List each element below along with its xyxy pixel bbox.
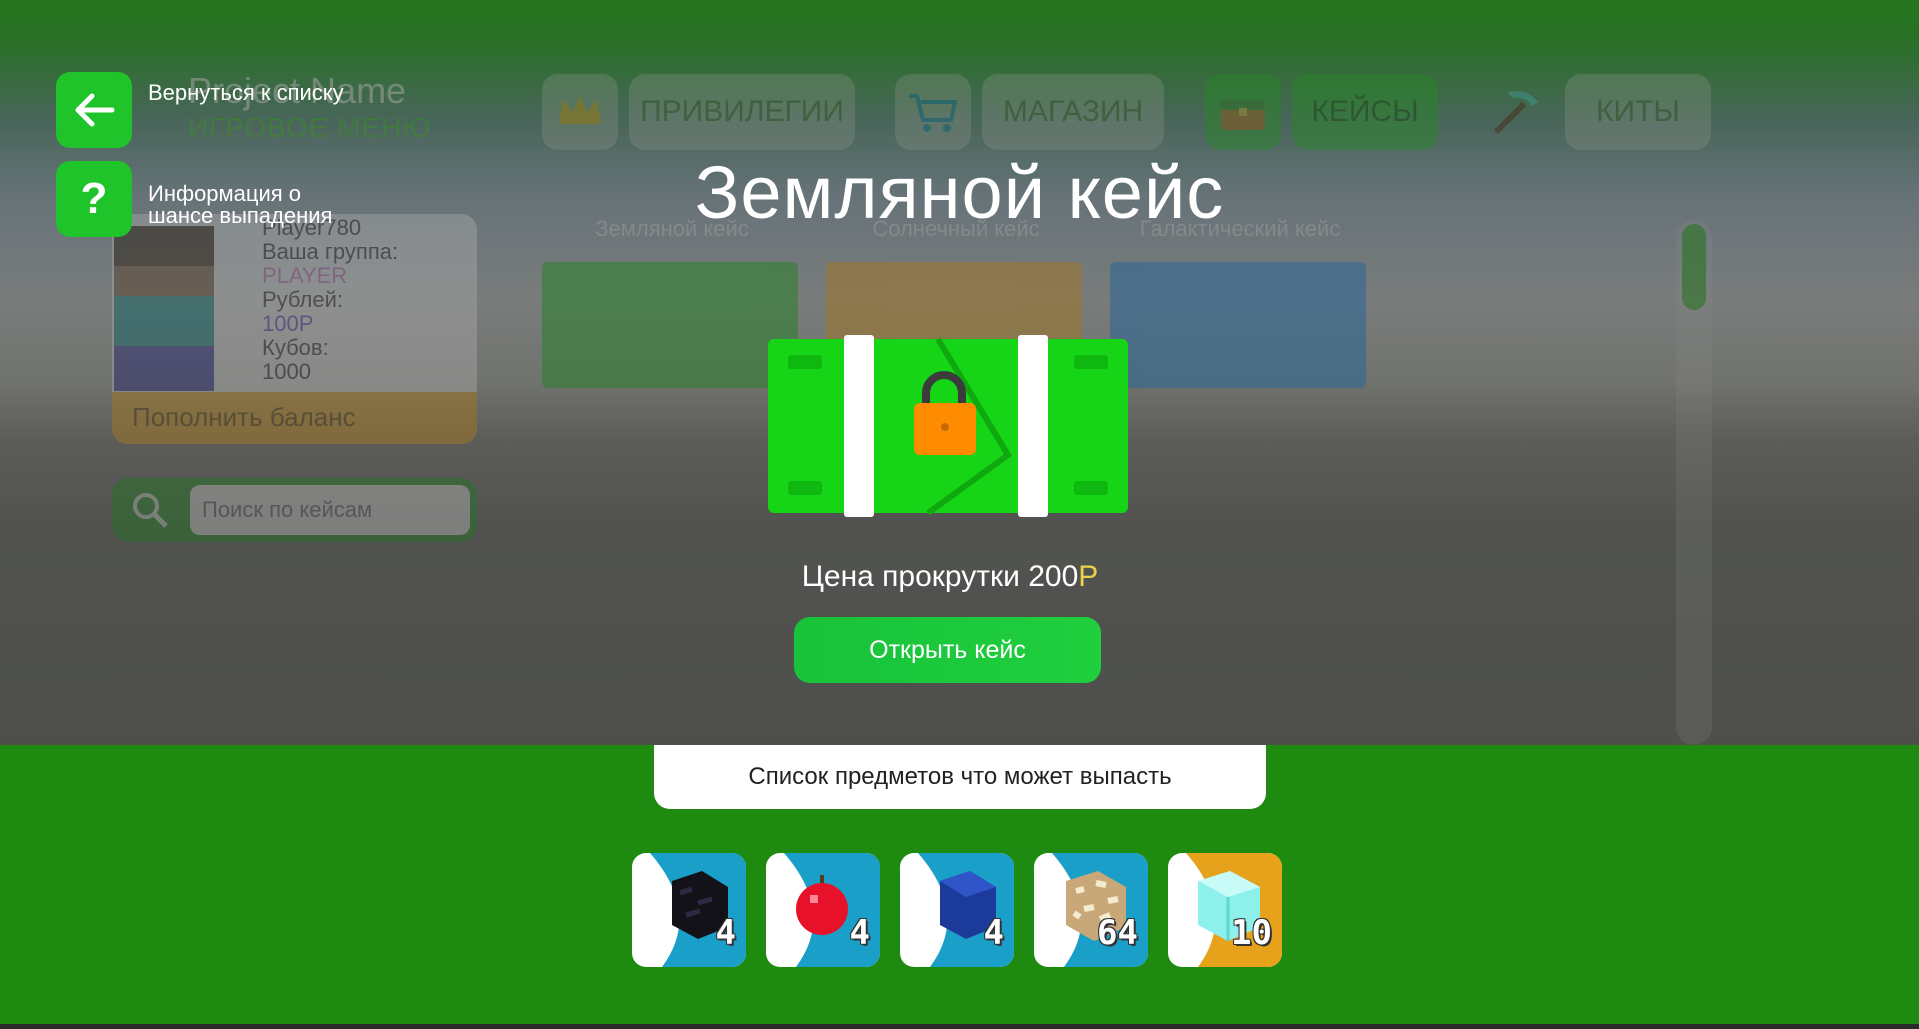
bottom-strip [0,1024,1919,1029]
case-chest-image [768,335,1128,517]
spin-price: Цена прокрутки 200Р [0,560,1900,594]
spin-price-text: Цена прокрутки 200 [801,560,1079,593]
open-case-button[interactable]: Открыть кейс [794,617,1101,683]
back-button-label[interactable]: Вернуться к списку [148,82,368,104]
item-apple[interactable]: 4 [766,853,880,967]
item-obsidian[interactable]: 4 [632,853,746,967]
item-count: 4 [715,913,736,953]
item-count: 4 [849,913,870,953]
currency-symbol: Р [1078,560,1099,593]
item-diamond-block[interactable]: 10 [1168,853,1282,967]
item-count: 64 [1097,913,1138,953]
items-list-header: Список предметов что может выпасть [654,745,1266,809]
item-glowstone[interactable]: 64 [1034,853,1148,967]
item-count: 4 [983,913,1004,953]
back-button[interactable] [56,72,132,148]
item-count: 10 [1231,913,1272,953]
arrow-left-icon [75,93,115,127]
item-lapis-block[interactable]: 4 [900,853,1014,967]
modal-title: Земляной кейс [694,151,1225,234]
